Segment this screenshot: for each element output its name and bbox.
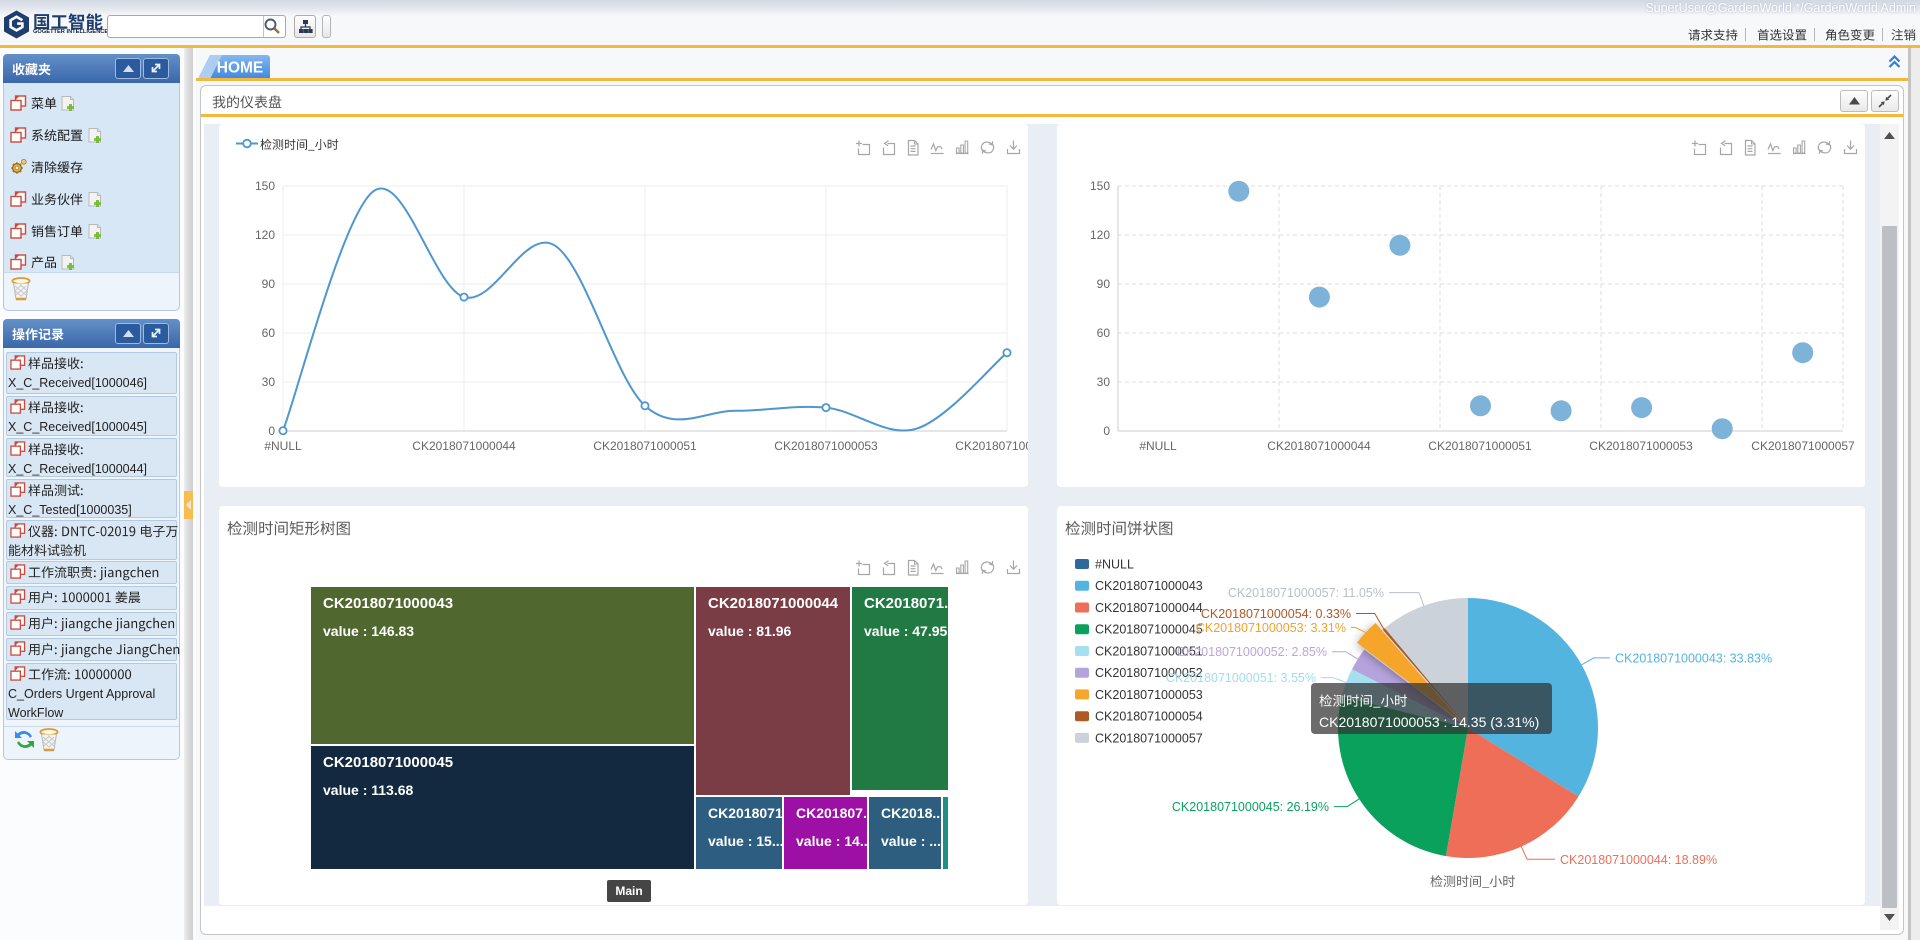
svg-text:CK2018071000057: CK2018071000057: [1751, 439, 1855, 453]
svg-text:value : ...: value : ...: [881, 833, 941, 849]
svg-text:CK2018071000053 : 14.35 (3.31%: CK2018071000053 : 14.35 (3.31%): [1319, 714, 1539, 730]
svg-text:CK2018071000053: CK2018071000053: [774, 439, 878, 453]
svg-text:60: 60: [262, 326, 276, 340]
svg-text:#NULL: #NULL: [1095, 558, 1134, 572]
svg-text:0: 0: [1103, 424, 1110, 438]
svg-text:30: 30: [262, 375, 276, 389]
svg-text:CK2018071000043: CK2018071000043: [1095, 579, 1203, 593]
svg-text:30: 30: [1097, 375, 1111, 389]
svg-text:CK2018071000045: CK2018071000045: [323, 754, 453, 771]
svg-text:CK2018071000054: 0.33%: CK2018071000054: 0.33%: [1201, 607, 1351, 621]
svg-text:CK2018071...: CK2018071...: [864, 595, 957, 612]
svg-text:0: 0: [268, 424, 275, 438]
svg-text:CK2018071000057: 11.05%: CK2018071000057: 11.05%: [1228, 586, 1384, 600]
svg-text:CK2018071000044: CK2018071000044: [1095, 601, 1203, 615]
svg-text:value : 47.95: value : 47.95: [864, 623, 947, 639]
svg-text:CK2018071000052: 2.85%: CK2018071000052: 2.85%: [1177, 645, 1327, 659]
svg-text:90: 90: [262, 277, 276, 291]
svg-text:150: 150: [1090, 179, 1110, 193]
svg-text:HOME: HOME: [217, 60, 264, 77]
svg-text:90: 90: [1097, 277, 1111, 291]
svg-text:CK2018...: CK2018...: [881, 805, 944, 821]
svg-text:value : 15...: value : 15...: [708, 833, 783, 849]
svg-text:CK2018071000053: CK2018071000053: [1095, 688, 1203, 702]
svg-text:CK2018071000045: CK2018071000045: [1095, 623, 1203, 637]
svg-text:#NULL: #NULL: [264, 439, 302, 453]
svg-text:120: 120: [255, 228, 275, 242]
svg-text:CK2018071000051: CK2018071000051: [593, 439, 697, 453]
svg-text:CK2018071000053: 3.31%: CK2018071000053: 3.31%: [1196, 621, 1346, 635]
svg-text:CK2018071000057: CK2018071000057: [955, 439, 1028, 453]
svg-text:CK2018071000053: CK2018071000053: [1589, 439, 1693, 453]
svg-text:CK2018071.: CK2018071.: [708, 805, 787, 821]
svg-text:Main: Main: [615, 884, 642, 898]
svg-text:value : 113.68: value : 113.68: [323, 782, 414, 798]
svg-text:CK2018071000044: 18.89%: CK2018071000044: 18.89%: [1560, 853, 1717, 867]
svg-text:CK2018071000043: 33.83%: CK2018071000043: 33.83%: [1615, 651, 1772, 665]
svg-text:#NULL: #NULL: [1139, 439, 1177, 453]
svg-text:value : 146.83: value : 146.83: [323, 623, 414, 639]
svg-text:CK2018071000044: CK2018071000044: [1267, 439, 1371, 453]
svg-text:CK2018071000057: CK2018071000057: [1095, 731, 1203, 745]
svg-text:150: 150: [255, 179, 275, 193]
svg-text:CK2018071000044: CK2018071000044: [412, 439, 516, 453]
svg-text:CK2018071000054: CK2018071000054: [1095, 710, 1203, 724]
svg-text:120: 120: [1090, 228, 1110, 242]
svg-text:CK201807..: CK201807..: [796, 805, 871, 821]
svg-text:CK2018071000051: CK2018071000051: [1428, 439, 1532, 453]
svg-text:value : 14...: value : 14...: [796, 833, 871, 849]
svg-text:CK2018071000043: CK2018071000043: [323, 595, 453, 612]
svg-text:CK2018071000045: 26.19%: CK2018071000045: 26.19%: [1172, 800, 1329, 814]
svg-text:CK2018071000044: CK2018071000044: [708, 595, 839, 612]
svg-text:CK2018071000051: 3.55%: CK2018071000051: 3.55%: [1166, 671, 1316, 685]
svg-text:60: 60: [1097, 326, 1111, 340]
svg-text:value : 81.96: value : 81.96: [708, 623, 791, 639]
